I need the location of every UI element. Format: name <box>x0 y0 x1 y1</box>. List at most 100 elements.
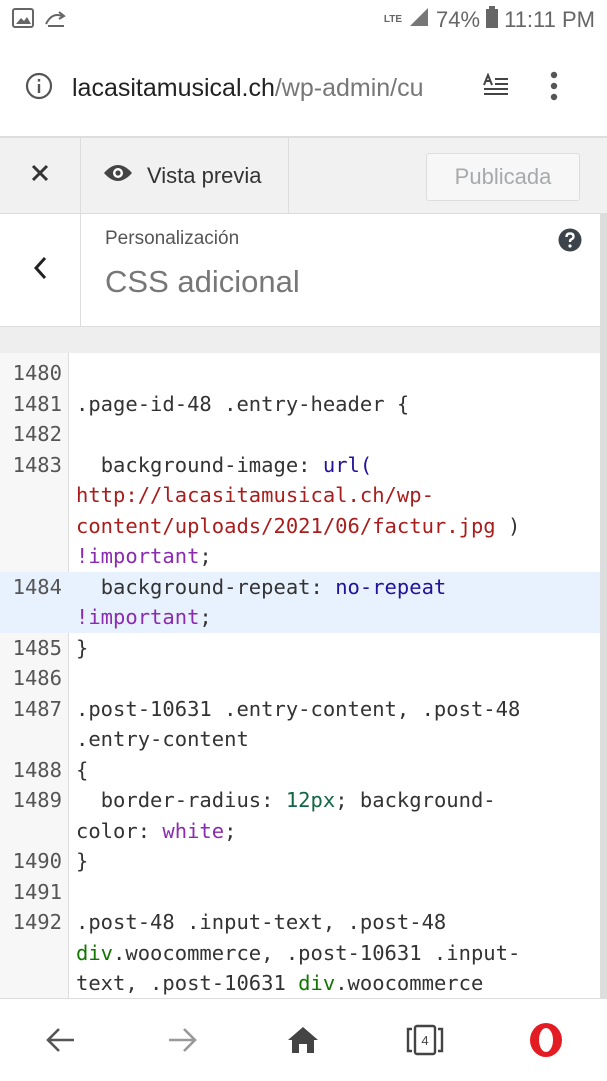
css-property: background-repeat: <box>76 574 336 599</box>
breadcrumb: Personalización <box>105 228 240 249</box>
menu-dots-icon[interactable] <box>550 71 558 106</box>
css-semicolon: ; <box>224 818 237 843</box>
line-number: 1492 <box>12 910 62 934</box>
battery-percent: 74% <box>436 7 481 32</box>
line-number: 1488 <box>12 757 62 782</box>
css-important: !important <box>76 605 200 629</box>
css-important: !important <box>76 544 200 568</box>
publish-button[interactable]: Publicada <box>426 153 580 201</box>
code-line-active: !important; <box>0 602 600 633</box>
css-number: 12px <box>285 788 336 812</box>
home-icon[interactable] <box>273 1010 333 1070</box>
status-bar: LTE 74% 11:11 PM <box>0 0 607 40</box>
reader-mode-icon[interactable] <box>482 71 510 104</box>
code-text: .post-48 .input-text, .post-48 <box>76 910 447 934</box>
clock: 11:11 PM <box>504 7 595 32</box>
line-number: 1487 <box>12 696 62 721</box>
css-property: color: <box>76 818 163 843</box>
browser-bottom-nav: 4 <box>0 998 607 1081</box>
css-semicolon: ; <box>199 544 212 568</box>
customizer-toolbar: Vista previa Publicada <box>0 136 607 214</box>
css-value: white <box>162 818 225 843</box>
code-line: 1487 .post-10631 .entry-content, .post-48 <box>0 694 600 725</box>
css-paren: ) <box>495 513 521 538</box>
code-text: .woocommerce, .post-10631 .input- <box>113 940 521 965</box>
preview-label: Vista previa <box>147 162 262 188</box>
url-field[interactable]: lacasitamusical.ch/wp-admin/cu <box>72 74 462 103</box>
code-line: 1490} <box>0 846 600 877</box>
close-icon <box>30 163 50 188</box>
browser-url-bar: lacasitamusical.ch/wp-admin/cu <box>0 40 607 136</box>
css-semicolon: ; <box>199 605 212 629</box>
code-line: text, .post-10631 div.woocommerce <box>0 968 600 998</box>
code-text: } <box>76 849 89 873</box>
back-arrow-icon[interactable] <box>31 1010 91 1070</box>
code-text: .post-10631 .entry-content, .post-48 <box>76 696 521 721</box>
line-number: 1490 <box>12 849 62 873</box>
page-title: CSS adicional <box>105 264 300 299</box>
url-path: /wp-admin/cu <box>274 73 424 102</box>
preview-button[interactable]: Vista previa <box>81 137 289 214</box>
code-line: 1486 <box>0 663 600 694</box>
css-tag: div <box>298 971 336 995</box>
image-icon <box>12 7 34 33</box>
back-button[interactable] <box>0 214 81 326</box>
line-number: 1484 <box>12 574 62 599</box>
sync-icon <box>44 8 68 33</box>
code-line: color: white; <box>0 816 600 847</box>
code-line: !important; <box>0 541 600 572</box>
css-property: background-image: <box>76 452 323 477</box>
css-code-editor[interactable]: 1480 1481 .page-id-48 .entry-header { 148… <box>0 353 600 998</box>
opera-icon[interactable] <box>516 1010 576 1070</box>
tabs-icon[interactable]: 4 <box>395 1010 455 1070</box>
forward-arrow-icon[interactable] <box>152 1010 212 1070</box>
line-number: 1485 <box>12 635 62 660</box>
code-line: 1482 <box>0 419 600 450</box>
code-line: http://lacasitamusical.ch/wp- <box>0 480 600 511</box>
scrollbar[interactable] <box>600 214 607 998</box>
battery-icon <box>486 6 499 34</box>
code-line: 1488 { <box>0 755 600 786</box>
code-text: { <box>76 757 89 782</box>
code-line: content/uploads/2021/06/factur.jpg ) <box>0 511 600 542</box>
network-type: LTE <box>383 14 403 25</box>
code-line: 1481 .page-id-48 .entry-header { <box>0 389 600 420</box>
code-line: 1480 <box>0 358 600 389</box>
eye-icon <box>103 163 133 189</box>
section-header: Personalización CSS adicional <box>0 214 600 327</box>
css-value: no-repeat <box>335 574 447 599</box>
css-property: ; background- <box>335 788 496 812</box>
code-line: .entry-content <box>0 724 600 755</box>
url-domain: lacasitamusical.ch <box>72 73 275 102</box>
line-number: 1483 <box>12 452 62 477</box>
line-number: 1481 <box>12 391 62 416</box>
code-line: div.woocommerce, .post-10631 .input- <box>0 938 600 969</box>
line-number: 1482 <box>12 422 62 446</box>
chevron-left-icon <box>32 255 48 286</box>
css-property: border-radius: <box>76 788 286 812</box>
code-line-active: 1484 background-repeat: no-repeat <box>0 571 600 602</box>
line-number: 1491 <box>12 879 62 904</box>
code-text: .woocommerce <box>335 971 484 995</box>
section-divider <box>0 327 600 353</box>
code-text: } <box>76 635 89 660</box>
code-text: text, .post-10631 <box>76 971 299 995</box>
signal-icon <box>408 7 430 33</box>
code-line: 1492 .post-48 .input-text, .post-48 <box>0 907 600 938</box>
help-icon[interactable] <box>558 228 582 257</box>
line-number: 1486 <box>12 666 62 690</box>
line-number: 1480 <box>12 361 62 385</box>
line-number: 1489 <box>12 788 62 812</box>
code-line: 1485} <box>0 633 600 664</box>
code-line: 1491 <box>0 877 600 908</box>
info-icon[interactable] <box>24 71 54 106</box>
css-function: url( <box>322 452 373 477</box>
code-text: .entry-content <box>76 727 249 751</box>
code-line: 1489 border-radius: 12px; background- <box>0 785 600 816</box>
css-tag: div <box>76 940 114 965</box>
tab-count: 4 <box>421 1033 428 1048</box>
close-button[interactable] <box>0 137 81 214</box>
code-line: 1483 background-image: url( <box>0 450 600 481</box>
css-url: http://lacasitamusical.ch/wp- <box>76 483 434 507</box>
css-url: content/uploads/2021/06/factur.jpg <box>76 513 496 538</box>
